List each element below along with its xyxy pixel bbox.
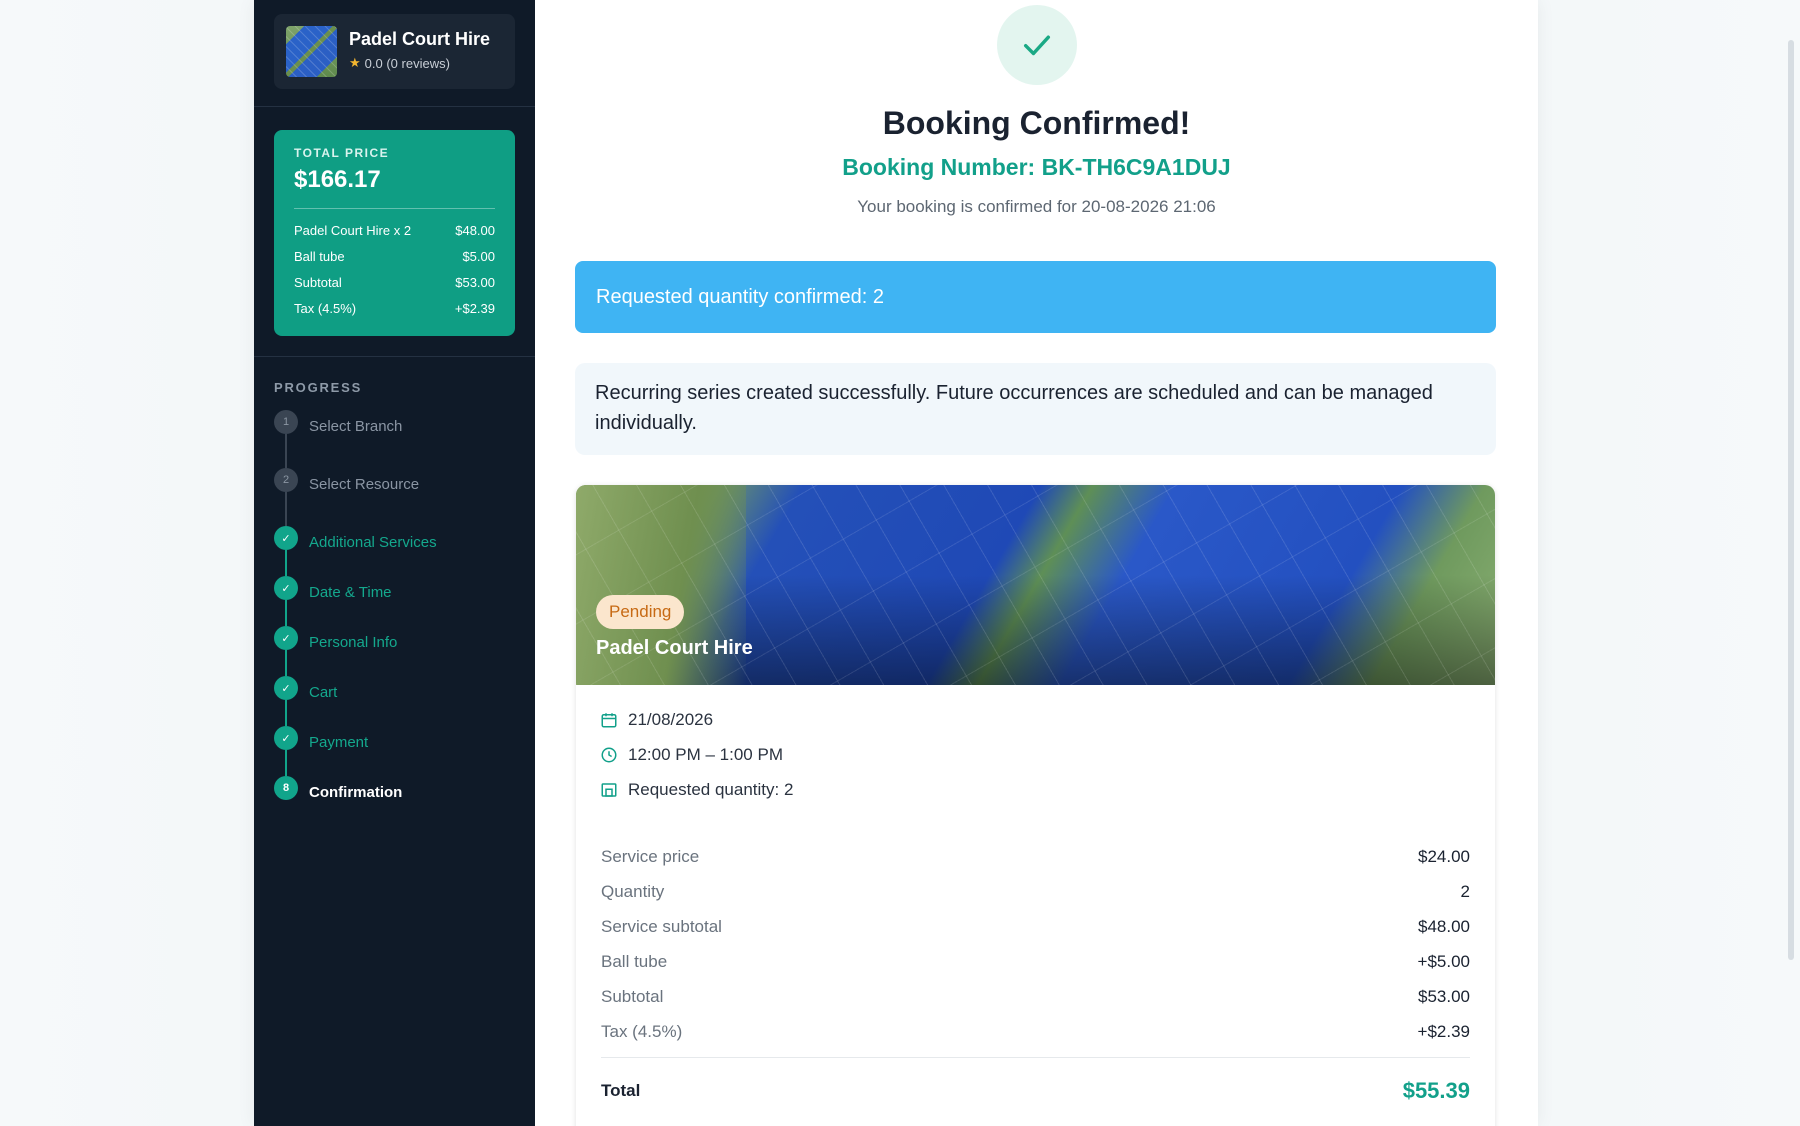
check-icon: ✓ <box>274 726 298 750</box>
check-icon: ✓ <box>274 626 298 650</box>
step-label: Confirmation <box>309 784 403 801</box>
sidebar-divider <box>254 356 535 357</box>
price-row: Padel Court Hire x 2 $48.00 <box>294 217 495 243</box>
price-row: Ball tube $5.00 <box>294 243 495 269</box>
booking-quantity-text: Requested quantity: 2 <box>628 780 794 799</box>
line-label: Tax (4.5%) <box>601 1022 683 1041</box>
rating-text: 0.0 (0 reviews) <box>364 55 450 71</box>
line-label: Quantity <box>601 882 665 901</box>
line-quantity: Quantity 2 <box>601 882 1470 902</box>
booking-date: 21/08/2026 <box>600 710 1200 730</box>
recurring-series-text: Recurring series created successfully. F… <box>595 382 1433 434</box>
line-label: Subtotal <box>601 987 664 1006</box>
booking-date-text: 21/08/2026 <box>628 710 714 729</box>
status-badge: Pending <box>596 595 685 629</box>
line-service-subtotal: Service subtotal $48.00 <box>601 917 1470 937</box>
step-additional-services[interactable]: ✓ Additional Services <box>274 526 515 556</box>
line-ball-tube: Ball tube +$5.00 <box>601 952 1470 972</box>
booking-card: Pending Padel Court Hire 21/08/2026 12:0… <box>576 485 1495 1126</box>
page-title: Booking Confirmed! <box>882 105 1191 141</box>
court-photo: Pending Padel Court Hire <box>576 485 1495 685</box>
step-label: Personal Info <box>309 634 398 651</box>
brand-rating: ★ 0.0 (0 reviews) <box>349 55 450 71</box>
check-icon: ✓ <box>274 526 298 550</box>
step-marker: 1 <box>274 410 298 434</box>
line-value: +$2.39 <box>1417 1022 1470 1041</box>
price-row-amount: +$2.39 <box>454 300 495 316</box>
line-subtotal: Subtotal $53.00 <box>601 987 1470 1007</box>
brand-card: Padel Court Hire ★ 0.0 (0 reviews) <box>274 14 515 89</box>
total-label: Total <box>601 1081 641 1100</box>
check-icon: ✓ <box>274 576 298 600</box>
price-row-amount: $5.00 <box>462 248 495 264</box>
step-date-time[interactable]: ✓ Date & Time <box>274 576 515 606</box>
step-select-resource[interactable]: 2 Select Resource <box>274 468 515 498</box>
price-row-label: Ball tube <box>294 248 345 264</box>
price-caption: TOTAL PRICE <box>294 146 390 160</box>
step-label: Select Resource <box>309 476 420 493</box>
court-thumbnail <box>286 26 337 77</box>
step-personal-info[interactable]: ✓ Personal Info <box>274 626 515 656</box>
line-value: 2 <box>1460 882 1470 901</box>
sidebar: Padel Court Hire ★ 0.0 (0 reviews) TOTAL… <box>254 0 535 1126</box>
recurring-series-notice: Recurring series created successfully. F… <box>575 363 1496 455</box>
price-row: Tax (4.5%) +$2.39 <box>294 295 495 321</box>
price-row-label: Tax (4.5%) <box>294 300 357 316</box>
confirmation-subtitle: Your booking is confirmed for 20-08-2026… <box>857 197 1216 216</box>
line-tax: Tax (4.5%) +$2.39 <box>601 1022 1470 1042</box>
booking-wizard: Padel Court Hire ★ 0.0 (0 reviews) TOTAL… <box>254 0 1538 1126</box>
step-label: Select Branch <box>309 418 403 435</box>
success-check-icon <box>997 5 1077 85</box>
card-title: Padel Court Hire <box>596 637 753 659</box>
line-label: Service price <box>601 847 700 866</box>
confirmation-main: Booking Confirmed! Booking Number: BK-TH… <box>535 0 1538 1126</box>
quantity-alert: Requested quantity confirmed: 2 <box>575 261 1496 333</box>
step-confirmation[interactable]: 8 Confirmation <box>274 776 515 806</box>
step-label: Cart <box>309 684 338 701</box>
price-row-label: Padel Court Hire x 2 <box>294 222 412 238</box>
quantity-icon <box>601 783 617 797</box>
step-cart[interactable]: ✓ Cart <box>274 676 515 706</box>
step-select-branch[interactable]: 1 Select Branch <box>274 410 515 440</box>
price-row-label: Subtotal <box>294 274 342 290</box>
booking-quantity: Requested quantity: 2 <box>600 780 1200 800</box>
price-total: $166.17 <box>294 166 381 193</box>
booking-time-text: 12:00 PM – 1:00 PM <box>628 745 783 764</box>
line-value: +$5.00 <box>1417 952 1470 971</box>
line-value: $48.00 <box>1418 917 1470 936</box>
booking-number: Booking Number: BK-TH6C9A1DUJ <box>842 154 1231 180</box>
page-scrollbar[interactable] <box>1788 40 1794 960</box>
calendar-icon <box>601 713 617 728</box>
line-label: Service subtotal <box>601 917 722 936</box>
step-label: Payment <box>309 734 369 751</box>
clock-icon <box>601 747 617 763</box>
total-row: Total $55.39 <box>601 1078 1470 1104</box>
brand-name: Padel Court Hire <box>349 29 491 49</box>
price-summary-card: TOTAL PRICE $166.17 Padel Court Hire x 2… <box>274 130 515 336</box>
line-value: $24.00 <box>1418 847 1470 866</box>
step-payment[interactable]: ✓ Payment <box>274 726 515 756</box>
step-label: Date & Time <box>309 584 392 601</box>
progress-caption: PROGRESS <box>274 380 363 395</box>
price-row-amount: $48.00 <box>455 222 495 238</box>
line-label: Ball tube <box>601 952 668 971</box>
star-icon: ★ <box>349 55 361 70</box>
price-row-amount: $53.00 <box>455 274 495 290</box>
booking-time: 12:00 PM – 1:00 PM <box>600 745 1200 765</box>
line-service-price: Service price $24.00 <box>601 847 1470 867</box>
total-separator <box>601 1057 1470 1058</box>
total-value: $55.39 <box>1402 1078 1470 1103</box>
check-icon: ✓ <box>274 676 298 700</box>
price-row: Subtotal $53.00 <box>294 269 495 295</box>
step-label: Additional Services <box>309 534 437 551</box>
step-marker: 2 <box>274 468 298 492</box>
quantity-alert-text: Requested quantity confirmed: 2 <box>596 285 884 308</box>
sidebar-divider <box>254 106 535 107</box>
line-value: $53.00 <box>1418 987 1470 1006</box>
price-separator <box>294 208 495 209</box>
step-marker: 8 <box>274 776 298 800</box>
